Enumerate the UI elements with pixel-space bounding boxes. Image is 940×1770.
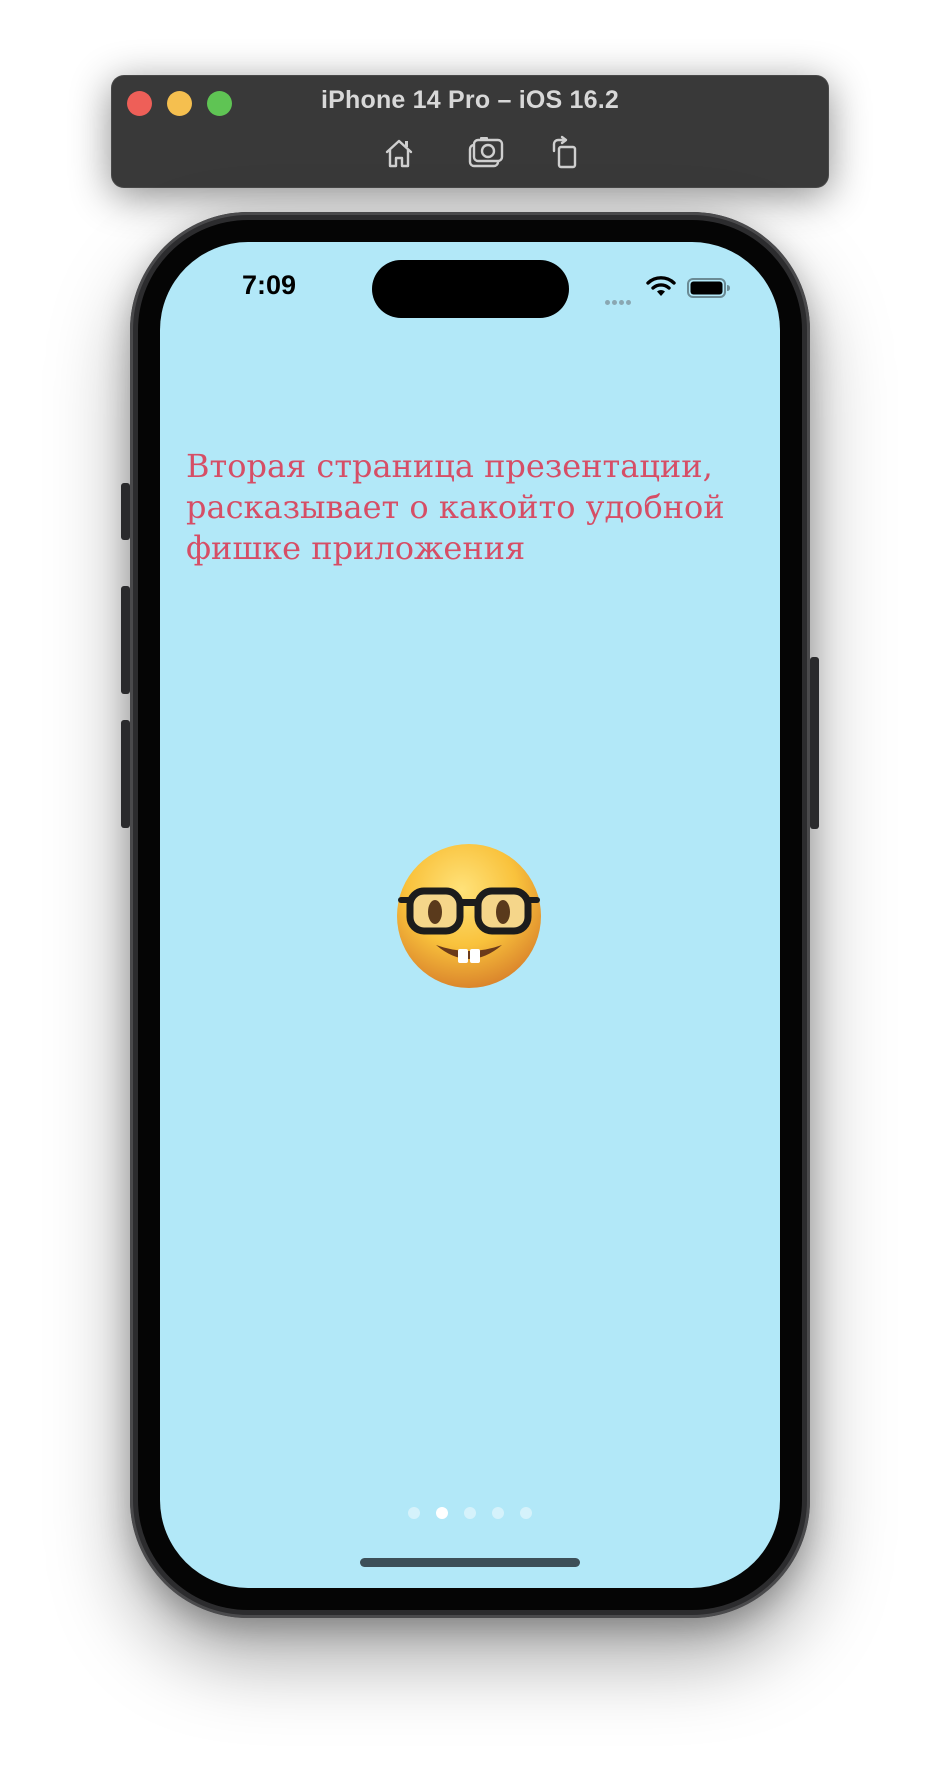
home-indicator[interactable] <box>360 1558 580 1567</box>
device-screen[interactable]: 7:09 Вторая страница презентации, расказ… <box>160 242 780 1588</box>
battery-icon <box>687 278 730 298</box>
page-control[interactable] <box>160 1507 780 1521</box>
simulator-stage: iPhone 14 Pro – iOS 16.2 7:09 Вторая стр… <box>0 0 940 1770</box>
wifi-icon <box>646 276 676 296</box>
volume-down-button[interactable] <box>121 720 130 828</box>
nerd-face-icon <box>397 844 541 988</box>
power-button[interactable] <box>810 657 819 829</box>
home-icon <box>385 139 413 168</box>
page-dot-2-active[interactable] <box>436 1507 448 1519</box>
simulator-title: iPhone 14 Pro – iOS 16.2 <box>321 86 619 114</box>
cellular-icon <box>605 290 637 305</box>
home-button[interactable] <box>379 135 419 171</box>
status-time: 7:09 <box>242 270 297 300</box>
volume-up-button[interactable] <box>121 586 130 694</box>
screenshot-icon <box>468 137 504 168</box>
dynamic-island <box>372 260 569 318</box>
rotate-icon <box>552 135 577 169</box>
page-dot-3[interactable] <box>464 1507 476 1519</box>
action-button[interactable] <box>121 483 130 540</box>
screenshot-button[interactable] <box>466 135 506 171</box>
simulator-toolbar: iPhone 14 Pro – iOS 16.2 <box>111 75 829 188</box>
page-dot-4[interactable] <box>492 1507 504 1519</box>
onboarding-title: Вторая страница презентации, расказывает… <box>186 447 725 567</box>
page-dot-1[interactable] <box>408 1507 420 1519</box>
rotate-button[interactable] <box>543 135 583 171</box>
page-dot-5[interactable] <box>520 1507 532 1519</box>
